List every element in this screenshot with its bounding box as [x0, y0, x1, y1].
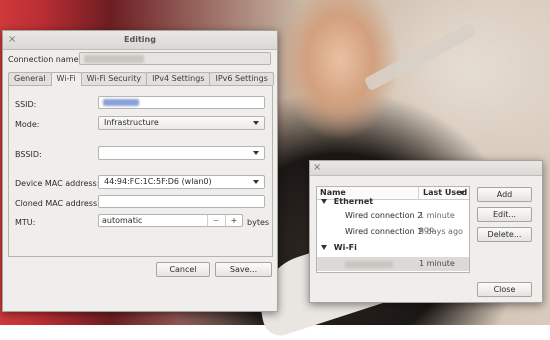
connection-name-label: Connection name: [8, 55, 82, 64]
editing-titlebar: × Editing [3, 31, 277, 50]
connections-list: Name Last Used Ethernet Wired connection… [316, 186, 470, 273]
ssid-redacted [103, 99, 139, 106]
connection-last-used: 1 minute ago [419, 259, 455, 268]
connection-name-redacted [84, 54, 144, 63]
expander-icon [321, 245, 327, 250]
wifi-tab-panel: SSID: Mode: Infrastructure BSSID: Device… [8, 85, 273, 257]
mtu-label: MTU: [15, 218, 36, 227]
cloned-mac-label: Cloned MAC address: [15, 199, 100, 208]
mtu-unit-label: bytes [247, 218, 270, 227]
group-label: Wi-Fi [333, 243, 357, 252]
cancel-button[interactable]: Cancel [156, 262, 210, 277]
add-button[interactable]: Add [477, 187, 532, 202]
ssid-label: SSID: [15, 100, 37, 109]
wallpaper-guitar-neck [363, 22, 477, 92]
save-button[interactable]: Save... [215, 262, 272, 277]
device-mac-value: 44:94:FC:1C:5F:D6 (wlan0) [104, 177, 212, 186]
connection-name-field[interactable] [79, 52, 271, 65]
connection-name-redacted [345, 261, 393, 268]
connection-name: Wired connection 2 [345, 211, 423, 220]
connection-name: Wired connection 1 [345, 227, 423, 236]
edit-button[interactable]: Edit... [477, 207, 532, 222]
ssid-field[interactable] [98, 96, 265, 109]
list-item[interactable]: Wired connection 2 1 minute ago [317, 209, 469, 234]
delete-button[interactable]: Delete... [477, 227, 532, 242]
mtu-spinbox[interactable]: automatic − + [98, 214, 243, 227]
device-mac-dropdown[interactable]: 44:94:FC:1C:5F:D6 (wlan0) [98, 175, 265, 189]
network-connections-dialog: × Name Last Used Ethernet Wired connecti… [309, 160, 543, 303]
tab-wifi-security[interactable]: Wi-Fi Security [80, 72, 148, 85]
mode-label: Mode: [15, 120, 40, 129]
chevron-down-icon [253, 151, 259, 155]
editing-title: Editing [124, 35, 156, 44]
close-button[interactable]: Close [477, 282, 532, 297]
expander-icon [321, 199, 327, 204]
editing-dialog: × Editing Connection name: General Wi-Fi… [2, 30, 278, 312]
mtu-decrement-button[interactable]: − [207, 215, 224, 226]
chevron-down-icon [253, 180, 259, 184]
tab-wifi[interactable]: Wi-Fi [50, 72, 82, 86]
settings-tabs: General Wi-Fi Wi-Fi Security IPv4 Settin… [8, 72, 274, 86]
tab-general[interactable]: General [8, 72, 52, 85]
device-mac-label: Device MAC address: [15, 179, 100, 188]
group-label: Ethernet [333, 197, 374, 206]
cloned-mac-field[interactable] [98, 195, 265, 208]
list-item[interactable]: Wired connection 1 3 days ago [317, 225, 469, 239]
mode-dropdown[interactable]: Infrastructure [98, 116, 265, 130]
mtu-increment-button[interactable]: + [225, 215, 242, 226]
mtu-value: automatic [102, 216, 143, 225]
tab-ipv6-settings[interactable]: IPv6 Settings [209, 72, 274, 85]
sort-descending-icon [459, 191, 465, 195]
group-wifi[interactable]: Wi-Fi [317, 241, 469, 255]
group-ethernet[interactable]: Ethernet [317, 197, 469, 207]
connections-titlebar: × [310, 161, 542, 176]
list-item-selected[interactable]: 1 minute ago [317, 257, 469, 271]
bssid-dropdown[interactable] [98, 146, 265, 160]
close-icon[interactable]: × [8, 31, 16, 49]
chevron-down-icon [253, 121, 259, 125]
connection-last-used: 3 days ago [419, 227, 463, 236]
close-icon[interactable]: × [313, 161, 321, 175]
mode-value: Infrastructure [104, 118, 159, 127]
bssid-label: BSSID: [15, 150, 42, 159]
tab-ipv4-settings[interactable]: IPv4 Settings [146, 72, 211, 85]
